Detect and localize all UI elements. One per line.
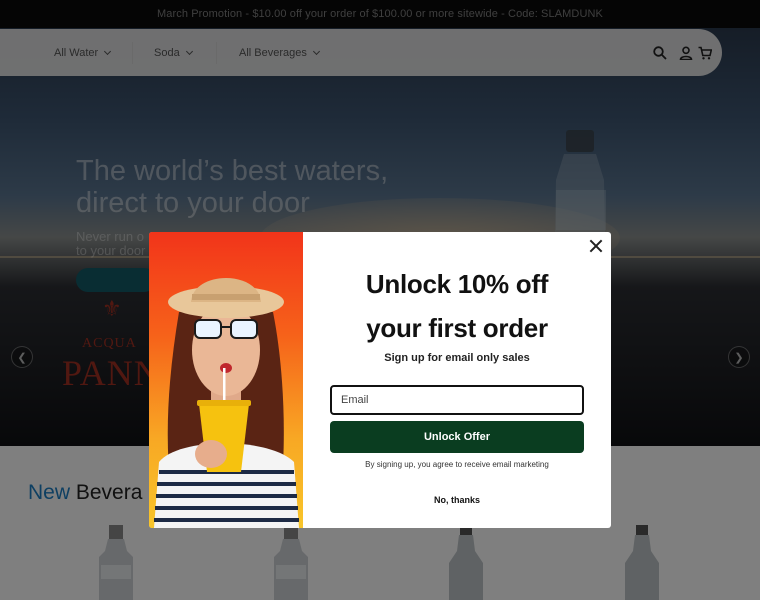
close-icon[interactable] <box>589 239 603 253</box>
promo-model-image <box>149 232 303 528</box>
email-signup-modal: Unlock 10% off your first order Sign up … <box>149 232 611 528</box>
consent-disclaimer: By signing up, you agree to receive emai… <box>365 460 549 469</box>
modal-subtitle: Sign up for email only sales <box>384 352 530 364</box>
unlock-offer-button[interactable]: Unlock Offer <box>330 421 584 453</box>
no-thanks-link[interactable]: No, thanks <box>303 495 611 505</box>
modal-heading: Unlock 10% off your first order <box>365 269 549 343</box>
email-field[interactable] <box>330 385 584 415</box>
